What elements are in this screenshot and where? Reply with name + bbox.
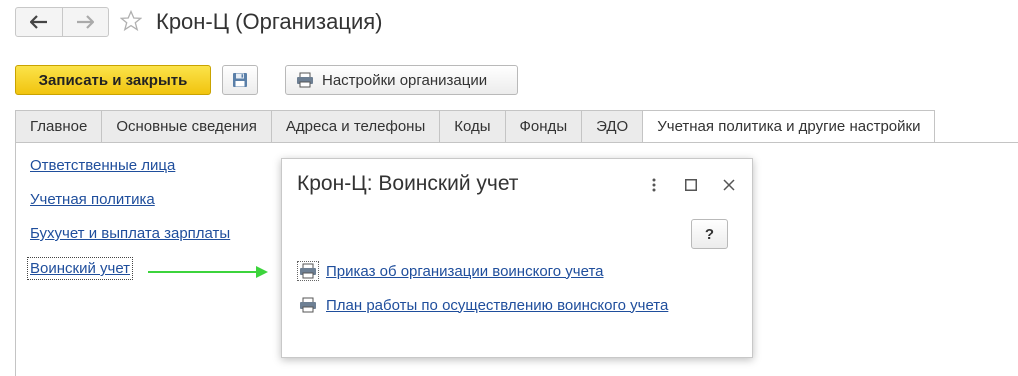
tab-main[interactable]: Главное bbox=[15, 110, 102, 143]
tab-basic-info[interactable]: Основные сведения bbox=[101, 110, 271, 143]
printer-icon bbox=[297, 72, 313, 88]
favorite-star-button[interactable] bbox=[119, 9, 143, 32]
tab-edo[interactable]: ЭДО bbox=[581, 110, 643, 143]
link-military-registration[interactable]: Воинский учет bbox=[26, 257, 134, 280]
link-military-work-plan-label: План работы по осуществлению воинского у… bbox=[326, 296, 669, 314]
link-responsible-persons[interactable]: Ответственные лица bbox=[30, 157, 175, 174]
printer-icon bbox=[298, 296, 318, 314]
help-button[interactable]: ? bbox=[691, 219, 728, 249]
link-military-order[interactable]: Приказ об организации воинского учета bbox=[297, 261, 604, 281]
tab-bar: Главное Основные сведения Адреса и телеф… bbox=[15, 110, 936, 143]
page-title: Крон-Ц (Организация) bbox=[156, 9, 383, 34]
link-accounting-policy[interactable]: Учетная политика bbox=[30, 191, 155, 208]
save-and-close-label: Записать и закрыть bbox=[38, 71, 188, 89]
organization-settings-label: Настройки организации bbox=[322, 71, 488, 89]
military-registration-dialog: Крон-Ц: Воинский учет ? Приказ об органи… bbox=[281, 158, 753, 358]
organization-settings-button[interactable]: Настройки организации bbox=[285, 65, 518, 95]
forward-button[interactable] bbox=[61, 8, 109, 36]
back-button[interactable] bbox=[16, 8, 62, 36]
dialog-title: Крон-Ц: Воинский учет bbox=[297, 172, 519, 195]
arrow-right-icon bbox=[77, 15, 95, 29]
save-and-close-button[interactable]: Записать и закрыть bbox=[15, 65, 211, 95]
link-military-work-plan[interactable]: План работы по осуществлению воинского у… bbox=[298, 296, 668, 314]
tab-codes[interactable]: Коды bbox=[439, 110, 505, 143]
arrow-left-icon bbox=[29, 15, 47, 29]
more-vertical-icon bbox=[652, 178, 656, 192]
annotation-arrow bbox=[148, 266, 268, 278]
link-military-order-label: Приказ об организации воинского учета bbox=[326, 262, 604, 280]
link-payroll-accounting[interactable]: Бухучет и выплата зарплаты bbox=[30, 225, 230, 242]
tab-funds[interactable]: Фонды bbox=[504, 110, 582, 143]
maximize-button[interactable] bbox=[681, 175, 701, 195]
floppy-disk-icon bbox=[233, 73, 247, 87]
tab-accounting-policy[interactable]: Учетная политика и другие настройки bbox=[642, 110, 936, 143]
star-icon bbox=[119, 9, 143, 32]
close-button[interactable] bbox=[719, 175, 739, 195]
more-menu-button[interactable] bbox=[644, 175, 664, 195]
navigation-buttons bbox=[15, 7, 109, 37]
printer-icon bbox=[297, 261, 319, 281]
tab-addresses-phones[interactable]: Адреса и телефоны bbox=[270, 110, 440, 143]
save-button[interactable] bbox=[222, 65, 258, 95]
maximize-icon bbox=[685, 179, 697, 191]
close-icon bbox=[723, 179, 735, 191]
